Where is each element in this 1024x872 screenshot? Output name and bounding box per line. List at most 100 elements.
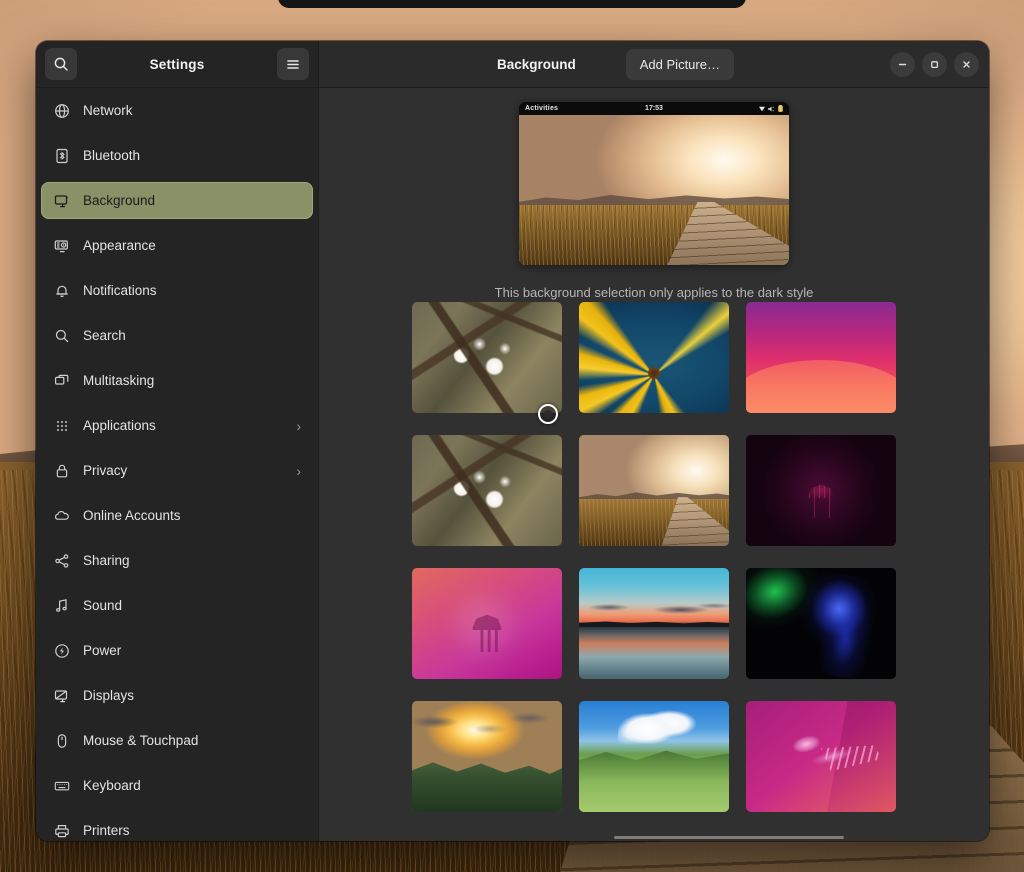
chevron-right-icon: › — [296, 462, 301, 479]
page-title: Background — [497, 56, 576, 72]
power-icon — [53, 642, 70, 659]
wallpaper-art — [412, 302, 562, 413]
wallpaper-thumb-pink-waves[interactable] — [746, 302, 896, 413]
chevron-right-icon: › — [296, 417, 301, 434]
preview-wallpaper-image — [519, 115, 789, 265]
sidebar-item-label: Network — [83, 103, 133, 118]
sidebar-item-label: Applications — [83, 418, 156, 433]
lock-icon — [53, 462, 70, 479]
add-picture-button[interactable]: Add Picture… — [625, 48, 734, 80]
preview-clock: 17:53 — [645, 105, 663, 112]
window-controls — [890, 51, 979, 77]
sidebar-item-applications[interactable]: Applications › — [41, 407, 313, 444]
main-menu-button[interactable] — [277, 48, 309, 80]
sidebar-item-label: Notifications — [83, 283, 157, 298]
preview-status-icons — [759, 105, 783, 112]
printer-icon — [53, 822, 70, 839]
wallpaper-thumb-white-blossom-alt[interactable] — [412, 435, 562, 546]
sidebar-item-sound[interactable]: Sound — [41, 587, 313, 624]
appearance-icon — [53, 237, 70, 254]
sidebar-item-background[interactable]: Background — [41, 182, 313, 219]
monitor-icon — [53, 192, 70, 209]
sidebar-item-displays[interactable]: Displays — [41, 677, 313, 714]
wallpaper-art — [746, 568, 896, 679]
wallpaper-art — [412, 701, 562, 812]
sidebar-item-bluetooth[interactable]: Bluetooth — [41, 137, 313, 174]
wallpaper-thumb-pink-jellyfish[interactable] — [412, 568, 562, 679]
battery-icon — [778, 105, 783, 112]
wallpaper-art — [412, 568, 562, 679]
sidebar-item-sharing[interactable]: Sharing — [41, 542, 313, 579]
wallpaper-art — [746, 302, 896, 413]
sidebar-item-power[interactable]: Power — [41, 632, 313, 669]
sidebar-item-online-accounts[interactable]: Online Accounts — [41, 497, 313, 534]
globe-icon — [53, 102, 70, 119]
sidebar-item-label: Keyboard — [83, 778, 141, 793]
sidebar-item-label: Multitasking — [83, 373, 155, 388]
sidebar-item-label: Background — [83, 193, 156, 208]
wallpaper-thumb-mountain-sunset[interactable] — [412, 701, 562, 812]
mouse-icon — [53, 732, 70, 749]
search-icon — [53, 327, 70, 344]
wallpaper-art — [746, 435, 896, 546]
cloud-icon — [53, 507, 70, 524]
sidebar-item-label: Appearance — [83, 238, 156, 253]
wallpaper-thumb-magenta-jellyfish[interactable] — [746, 701, 896, 812]
sidebar-item-multitasking[interactable]: Multitasking — [41, 362, 313, 399]
wallpaper-art — [579, 701, 729, 812]
sidebar-item-label: Privacy — [83, 463, 128, 478]
volume-icon — [768, 106, 775, 111]
wallpaper-thumb-green-hills[interactable] — [579, 701, 729, 812]
preview-top-bar: Activities 17:53 — [519, 102, 789, 115]
wallpaper-art — [579, 302, 729, 413]
wallpaper-art — [579, 568, 729, 679]
sidebar-item-label: Sound — [83, 598, 123, 613]
display-icon — [53, 687, 70, 704]
bell-icon — [53, 282, 70, 299]
wallpaper-thumb-sunset-boardwalk[interactable] — [579, 435, 729, 546]
sidebar-item-label: Power — [83, 643, 122, 658]
wallpaper-grid — [407, 296, 901, 812]
minimize-button[interactable] — [890, 51, 915, 77]
sidebar-item-label: Printers — [83, 823, 130, 838]
sidebar-item-printers[interactable]: Printers — [41, 812, 313, 841]
sidebar-item-mouse-touchpad[interactable]: Mouse & Touchpad — [41, 722, 313, 759]
wallpaper-art — [412, 435, 562, 546]
sidebar-header: Settings — [36, 41, 319, 87]
sidebar-item-label: Search — [83, 328, 126, 343]
wallpaper-thumb-white-blossom[interactable] — [412, 302, 562, 413]
wallpaper-thumb-neon-abstract[interactable] — [746, 568, 896, 679]
sidebar-item-appearance[interactable]: Appearance — [41, 227, 313, 264]
background-settings-content: Activities 17:53 This background selecti… — [319, 88, 989, 841]
music-note-icon — [53, 597, 70, 614]
wallpaper-scroll-area[interactable] — [319, 296, 989, 841]
sidebar-item-label: Online Accounts — [83, 508, 181, 523]
wifi-icon — [759, 106, 765, 111]
share-icon — [53, 552, 70, 569]
background-window-edge — [278, 0, 746, 8]
maximize-button[interactable] — [922, 51, 947, 77]
header-bar: Settings Background Add Picture… — [36, 41, 989, 88]
wallpaper-thumb-yellow-daisy[interactable] — [579, 302, 729, 413]
sidebar-item-keyboard[interactable]: Keyboard — [41, 767, 313, 804]
window-body: Network Bluetooth Background Appearance … — [36, 88, 989, 841]
settings-window: Settings Background Add Picture… Network… — [36, 41, 989, 841]
sidebar-item-search[interactable]: Search — [41, 317, 313, 354]
wallpaper-thumb-lake-sunset[interactable] — [579, 568, 729, 679]
keyboard-icon — [53, 777, 70, 794]
content-header: Background Add Picture… — [319, 41, 989, 87]
close-button[interactable] — [954, 51, 979, 77]
sidebar-item-privacy[interactable]: Privacy › — [41, 452, 313, 489]
grid-dots-icon — [53, 417, 70, 434]
wallpaper-art — [746, 701, 896, 812]
sidebar-item-network[interactable]: Network — [41, 92, 313, 129]
sidebar-item-label: Sharing — [83, 553, 130, 568]
sidebar-item-notifications[interactable]: Notifications — [41, 272, 313, 309]
horizontal-scrollbar[interactable] — [614, 836, 844, 839]
background-preview: Activities 17:53 — [519, 102, 789, 265]
sidebar-item-label: Mouse & Touchpad — [83, 733, 199, 748]
wallpaper-thumb-dark-jellyfish[interactable] — [746, 435, 896, 546]
sidebar-item-label: Displays — [83, 688, 135, 703]
search-button[interactable] — [45, 48, 77, 80]
sidebar-item-label: Bluetooth — [83, 148, 141, 163]
